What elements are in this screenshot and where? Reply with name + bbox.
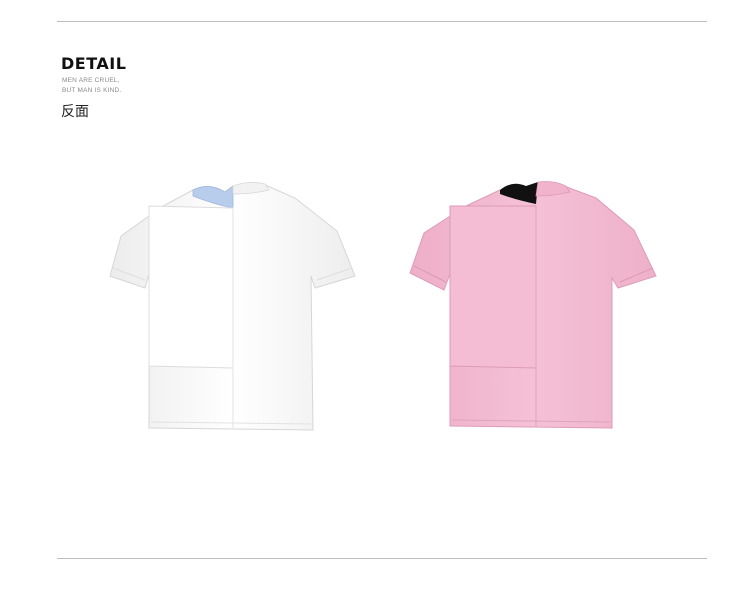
section-title: DETAIL (61, 54, 127, 73)
bottom-divider (57, 558, 707, 559)
tagline-line-1: MEN ARE CRUEL, (62, 77, 120, 84)
white-tshirt-back-image (109, 182, 356, 431)
tagline-line-2: BUT MAN IS KIND. (62, 87, 122, 94)
pink-tshirt-back-image (409, 181, 657, 429)
view-label: 反面 (61, 104, 89, 120)
top-divider (57, 21, 707, 22)
